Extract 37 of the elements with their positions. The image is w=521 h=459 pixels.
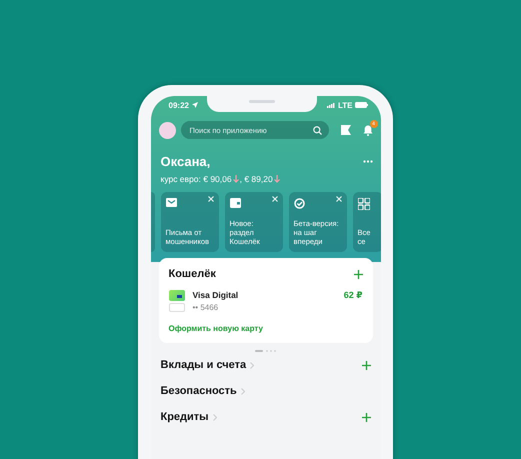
drag-handle-icon — [254, 350, 276, 352]
location-arrow-icon — [192, 102, 198, 108]
wallet-title: Кошелёк — [168, 268, 216, 280]
close-icon[interactable] — [272, 196, 278, 202]
chevron-right-icon — [240, 388, 245, 394]
search-icon — [312, 126, 322, 134]
greeting: Оксана, — [160, 154, 210, 169]
check-circle-icon — [294, 198, 304, 209]
card-name: Visa Digital — [192, 290, 240, 300]
shortcut-card-edge — [150, 192, 154, 252]
network-type: LTE — [338, 100, 352, 110]
close-icon[interactable] — [336, 196, 342, 202]
battery-icon — [355, 102, 368, 108]
exchange-rate: , € 89,20 — [240, 174, 273, 184]
add-icon[interactable] — [362, 360, 370, 370]
add-icon[interactable] — [362, 412, 370, 422]
section-title[interactable]: Безопасность — [160, 385, 237, 397]
section-title[interactable]: Вклады и счета — [160, 359, 246, 371]
bank-card-icon — [168, 290, 184, 312]
signal-icon — [326, 102, 335, 108]
exchange-rate: курс евро: € 90,06 — [160, 174, 232, 184]
section-title[interactable]: Кредиты — [160, 411, 209, 423]
card-balance: 62 ₽ — [344, 290, 362, 301]
chevron-right-icon — [250, 362, 254, 368]
grid-icon — [358, 198, 370, 210]
flag-icon[interactable] — [340, 125, 350, 135]
close-icon[interactable] — [208, 196, 214, 202]
wallet-icon — [230, 198, 240, 208]
envelope-icon — [166, 198, 176, 207]
status-time: 09:22 — [168, 100, 189, 110]
avatar[interactable] — [158, 122, 176, 138]
more-icon[interactable] — [362, 160, 372, 163]
chevron-right-icon — [212, 414, 217, 420]
new-card-link[interactable]: Оформить новую карту — [168, 324, 362, 333]
card-number: •• 5466 — [192, 303, 220, 312]
bell-icon[interactable] — [362, 124, 372, 136]
add-icon[interactable] — [354, 270, 362, 278]
